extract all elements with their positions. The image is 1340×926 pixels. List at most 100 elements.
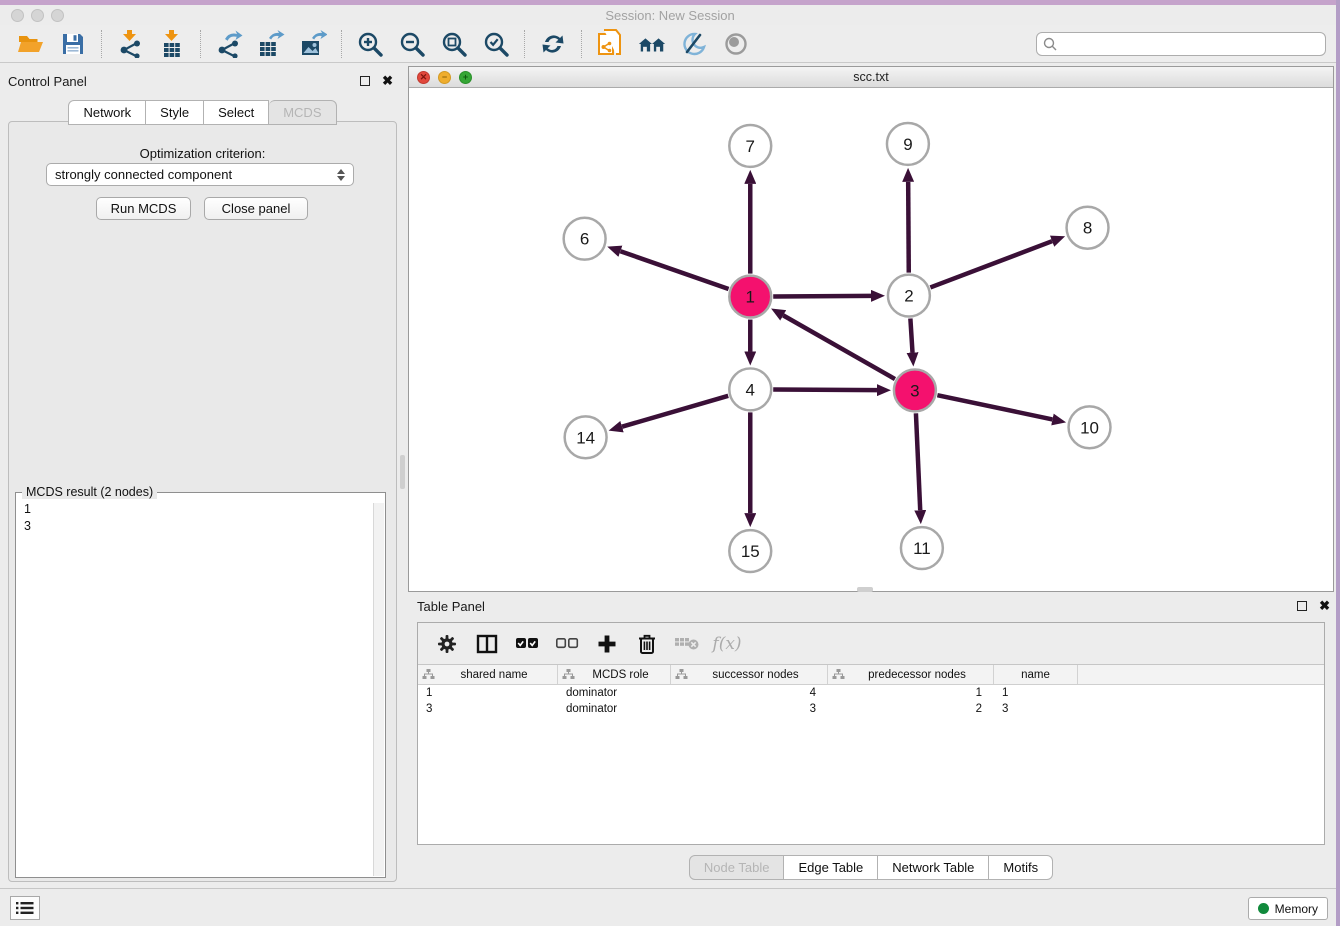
export-table-icon[interactable]: [256, 29, 286, 59]
status-bar: Memory: [0, 888, 1340, 926]
cell-name[interactable]: 3: [994, 701, 1078, 717]
network-view-window: ✕ − + scc.txt 7968124314101511: [408, 66, 1334, 592]
cell-shared-name[interactable]: 3: [418, 701, 558, 717]
graph-node-label: 2: [904, 287, 913, 306]
control-panel-header: Control Panel ✖: [8, 70, 397, 92]
memory-button[interactable]: Memory: [1248, 897, 1328, 920]
memory-status-icon: [1258, 903, 1269, 914]
graph-edge-4-3[interactable]: [773, 390, 877, 391]
graph-edge-1-2[interactable]: [773, 296, 871, 297]
column-header-mcds-role[interactable]: MCDS role: [558, 665, 671, 684]
export-image-icon[interactable]: [298, 29, 328, 59]
desktop-edge: [0, 0, 1340, 5]
memory-label: Memory: [1275, 902, 1318, 916]
mcds-result-line: 3: [24, 518, 379, 535]
open-session-icon[interactable]: [16, 29, 46, 59]
table-row[interactable]: 3 dominator 3 2 3: [418, 701, 1324, 717]
graph-edge-4-14[interactable]: [622, 396, 728, 427]
network-maximize-button[interactable]: +: [459, 71, 472, 84]
add-column-icon[interactable]: [592, 631, 622, 657]
close-panel-icon[interactable]: ✖: [1319, 598, 1330, 614]
zoom-out-icon[interactable]: [397, 29, 427, 59]
search-input[interactable]: [1061, 37, 1319, 51]
columns-icon[interactable]: [472, 631, 502, 657]
export-network-icon[interactable]: [214, 29, 244, 59]
cell-predecessor-nodes[interactable]: 1: [828, 685, 994, 701]
cell-predecessor-nodes[interactable]: 2: [828, 701, 994, 717]
graph-edge-3-11[interactable]: [916, 413, 920, 510]
graph-edge-2-3[interactable]: [910, 318, 912, 352]
tree-icon: [562, 669, 575, 681]
save-session-icon[interactable]: [58, 29, 88, 59]
cell-name[interactable]: 1: [994, 685, 1078, 701]
mcds-result-text[interactable]: 1 3: [16, 493, 385, 535]
cell-shared-name[interactable]: 1: [418, 685, 558, 701]
network-canvas[interactable]: 7968124314101511: [409, 88, 1333, 591]
run-mcds-button[interactable]: Run MCDS: [96, 197, 191, 220]
clone-network-icon[interactable]: [595, 29, 625, 59]
control-panel-tabs: Network Style Select MCDS: [8, 100, 397, 125]
cell-mcds-role[interactable]: dominator: [558, 701, 671, 717]
window-title: Session: New Session: [0, 8, 1340, 23]
graph-edge-3-10[interactable]: [937, 395, 1052, 419]
graph-edge-2-9[interactable]: [908, 182, 909, 273]
network-graph: 7968124314101511: [409, 88, 1333, 591]
close-panel-icon[interactable]: ✖: [382, 73, 393, 89]
import-table-icon[interactable]: [157, 29, 187, 59]
function-builder-icon: f(x): [712, 631, 742, 657]
gear-icon[interactable]: [432, 631, 462, 657]
network-close-button[interactable]: ✕: [417, 71, 430, 84]
cell-mcds-role[interactable]: dominator: [558, 685, 671, 701]
search-field[interactable]: [1036, 32, 1326, 56]
delete-column-icon[interactable]: [632, 631, 662, 657]
tab-style[interactable]: Style: [146, 100, 204, 125]
close-panel-button[interactable]: Close panel: [204, 197, 308, 220]
cell-successor-nodes[interactable]: 3: [671, 701, 828, 717]
tab-edge-table[interactable]: Edge Table: [784, 855, 878, 880]
float-panel-icon[interactable]: [360, 76, 370, 86]
tab-mcds[interactable]: MCDS: [269, 100, 336, 125]
deselect-all-icon[interactable]: [552, 631, 582, 657]
graph-node-label: 15: [741, 542, 760, 561]
network-window-titlebar[interactable]: ✕ − + scc.txt: [409, 67, 1333, 88]
zoom-fit-icon[interactable]: [439, 29, 469, 59]
tab-select[interactable]: Select: [204, 100, 269, 125]
column-header-successor-nodes[interactable]: successor nodes: [671, 665, 828, 684]
splitter-grip[interactable]: [857, 587, 873, 592]
result-scrollbar[interactable]: [373, 503, 384, 876]
eye-icon[interactable]: [721, 29, 751, 59]
home-network-icon[interactable]: [637, 29, 667, 59]
graph-node-label: 4: [746, 380, 755, 399]
import-network-icon[interactable]: [115, 29, 145, 59]
cell-successor-nodes[interactable]: 4: [671, 685, 828, 701]
column-header-shared-name[interactable]: shared name: [418, 665, 558, 684]
tab-node-table[interactable]: Node Table: [689, 855, 785, 880]
graph-edge-2-8[interactable]: [930, 241, 1052, 287]
graphics-details-icon[interactable]: [679, 29, 709, 59]
criterion-select[interactable]: strongly connected component: [46, 163, 354, 186]
zoom-selected-icon[interactable]: [481, 29, 511, 59]
graph-edge-3-1[interactable]: [783, 315, 895, 379]
table-row[interactable]: 1 dominator 4 1 1: [418, 685, 1324, 701]
tab-motifs[interactable]: Motifs: [989, 855, 1053, 880]
splitter-grip[interactable]: [400, 455, 405, 489]
graph-edge-1-6[interactable]: [620, 251, 728, 289]
select-all-icon[interactable]: [512, 631, 542, 657]
criterion-selected-value: strongly connected component: [55, 167, 232, 182]
network-window-title: scc.txt: [409, 70, 1333, 84]
tab-network[interactable]: Network: [68, 100, 146, 125]
refresh-layout-icon[interactable]: [538, 29, 568, 59]
main-toolbar: [0, 25, 1340, 63]
toolbar-separator: [581, 30, 582, 58]
network-minimize-button[interactable]: −: [438, 71, 451, 84]
column-header-predecessor-nodes[interactable]: predecessor nodes: [828, 665, 994, 684]
window-titlebar: Session: New Session: [0, 5, 1340, 25]
zoom-in-icon[interactable]: [355, 29, 385, 59]
task-history-button[interactable]: [10, 896, 40, 920]
cell-filler: [1078, 685, 1324, 701]
node-table-container: f(x) shared name MCDS role successor nod…: [417, 622, 1325, 845]
tree-icon: [832, 669, 845, 681]
float-panel-icon[interactable]: [1297, 601, 1307, 611]
column-header-name[interactable]: name: [994, 665, 1078, 684]
tab-network-table[interactable]: Network Table: [878, 855, 989, 880]
